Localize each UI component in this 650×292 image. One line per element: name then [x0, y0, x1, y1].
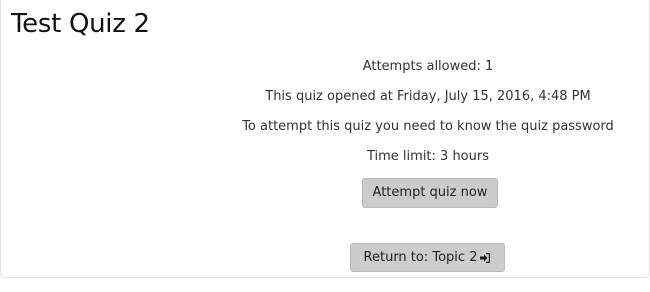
- attempt-quiz-button[interactable]: Attempt quiz now: [362, 178, 498, 208]
- sign-in-icon: [479, 252, 491, 264]
- return-to-topic-button[interactable]: Return to: Topic 2: [350, 243, 505, 272]
- password-notice-text: To attempt this quiz you need to know th…: [242, 119, 614, 134]
- quiz-opened-text: This quiz opened at Friday, July 15, 201…: [265, 89, 591, 104]
- page-title: Test Quiz 2: [11, 9, 150, 39]
- time-limit-text: Time limit: 3 hours: [366, 149, 489, 164]
- attempts-allowed-text: Attempts allowed: 1: [362, 59, 494, 74]
- quiz-card: Test Quiz 2 Attempts allowed: 1 This qui…: [0, 0, 650, 278]
- return-button-label: Return to: Topic 2: [363, 249, 478, 265]
